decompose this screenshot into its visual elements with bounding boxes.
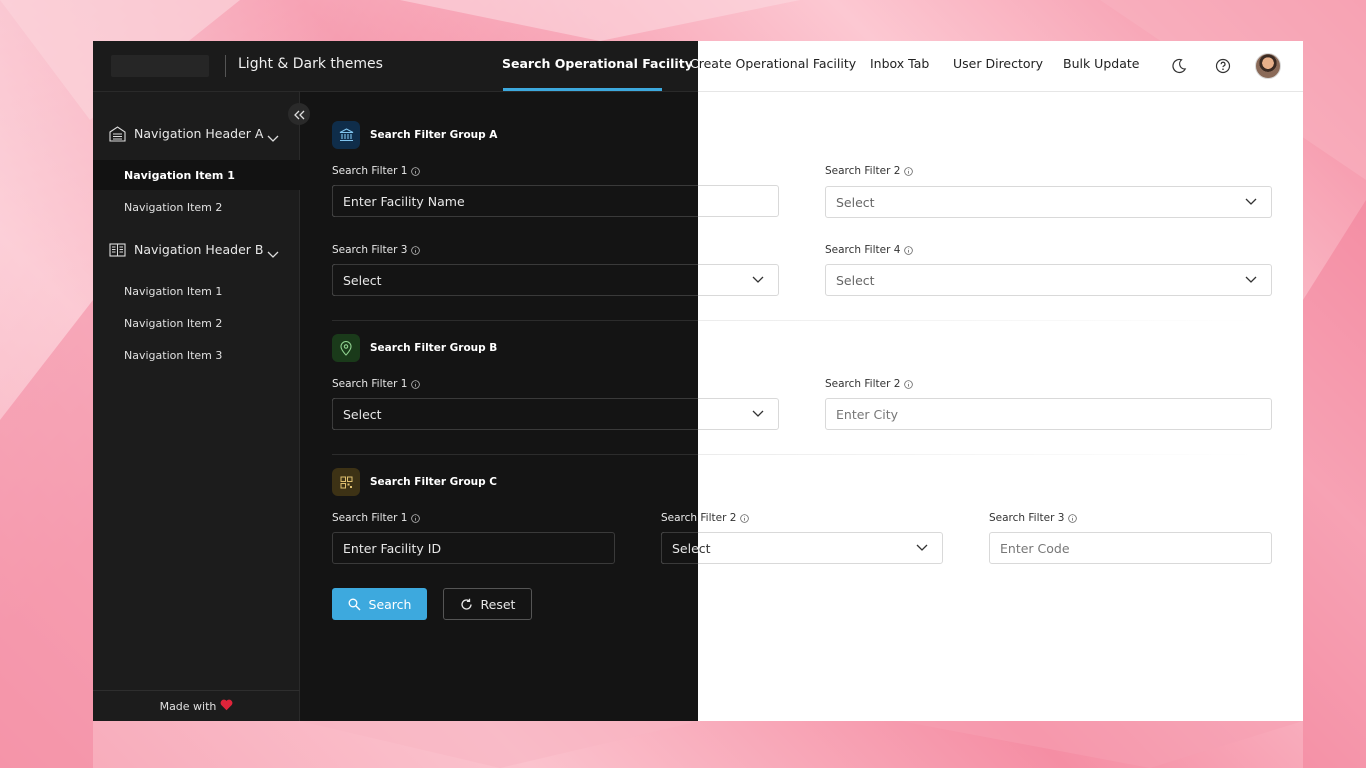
filter-label: Search Filter 2 (825, 165, 914, 177)
info-icon (411, 379, 421, 389)
filter-label: Search Filter 3 (989, 512, 1078, 524)
city-input[interactable]: Enter City (825, 398, 1272, 430)
search-icon (348, 598, 361, 610)
nav-header-a[interactable]: Navigation Header A (93, 119, 300, 149)
sidebar-item-b1[interactable]: Navigation Item 1 (93, 276, 300, 306)
group-divider (332, 454, 698, 455)
tab-inbox[interactable]: Inbox Tab (870, 56, 929, 71)
sidebar-item-a1[interactable]: Navigation Item 1 (93, 160, 300, 190)
code-input[interactable]: Enter Code (989, 532, 1272, 564)
chevron-down-icon (916, 544, 928, 551)
filter-a4-select[interactable]: Select (825, 264, 1272, 296)
tab-search-operational-facility[interactable]: Search Operational Facility (502, 56, 693, 71)
facility-id-input[interactable]: Enter Facility ID (332, 532, 615, 564)
book-icon (109, 242, 126, 262)
logo-placeholder[interactable] (111, 55, 209, 77)
info-icon (904, 379, 914, 389)
chevron-down-icon (1245, 198, 1257, 205)
bank-icon (332, 121, 360, 149)
header-divider (225, 55, 226, 77)
moon-icon[interactable] (1169, 56, 1189, 76)
tab-create-operational-facility[interactable]: Create Operational Facility (690, 56, 856, 71)
app-window: Light & Dark themes Search Operational F… (93, 41, 1303, 721)
group-divider (698, 454, 1258, 455)
filter-label: Search Filter 2 (825, 378, 914, 390)
tab-user-directory[interactable]: User Directory (953, 56, 1043, 71)
tab-bulk-update[interactable]: Bulk Update (1063, 56, 1139, 71)
chevron-down-icon (267, 128, 279, 147)
filter-label: Search Filter 4 (825, 244, 914, 256)
location-pin-icon (332, 334, 360, 362)
qr-code-icon (332, 468, 360, 496)
chevron-down-icon (752, 276, 764, 283)
sidebar-item-b2[interactable]: Navigation Item 2 (93, 308, 300, 338)
info-icon (411, 513, 421, 523)
sidebar-footer: Made with (93, 690, 300, 721)
double-chevron-left-icon (293, 105, 305, 124)
filter-label: Search Filter 1 (332, 378, 421, 390)
refresh-icon (460, 598, 472, 610)
group-c-header: Search Filter Group C (332, 468, 497, 496)
sidebar: Navigation Header A Navigation Item 1 Na… (93, 92, 300, 721)
search-button[interactable]: Search (332, 588, 427, 620)
sidebar-item-a2[interactable]: Navigation Item 2 (93, 192, 300, 222)
sidebar-item-b3[interactable]: Navigation Item 3 (93, 340, 300, 370)
group-a-header: Search Filter Group A (332, 121, 497, 149)
top-navigation-bar: Light & Dark themes Search Operational F… (93, 41, 1303, 92)
filter-a2-select[interactable]: Select (825, 186, 1272, 218)
filter-c2-select[interactable]: Select (661, 532, 943, 564)
filter-label: Search Filter 3 (332, 244, 421, 256)
chevron-down-icon (267, 244, 279, 263)
avatar[interactable] (1255, 53, 1281, 79)
chevron-down-icon (1245, 276, 1257, 283)
app-title: Light & Dark themes (238, 56, 383, 72)
info-icon (1068, 513, 1078, 523)
collapse-sidebar-button[interactable] (288, 103, 310, 125)
chevron-down-icon (752, 410, 764, 417)
reset-button[interactable]: Reset (443, 588, 532, 620)
info-icon (411, 166, 421, 176)
help-icon[interactable] (1213, 56, 1233, 76)
active-tab-indicator (503, 88, 662, 91)
filter-label: Search Filter 1 (332, 165, 421, 177)
group-divider (698, 320, 1258, 321)
info-icon (904, 166, 914, 176)
filter-label: Search Filter 1 (332, 512, 421, 524)
heart-icon (220, 699, 233, 714)
info-icon (411, 245, 421, 255)
group-divider (332, 320, 698, 321)
group-b-header: Search Filter Group B (332, 334, 497, 362)
building-icon (109, 126, 126, 146)
nav-header-b[interactable]: Navigation Header B (93, 235, 300, 265)
info-icon (740, 513, 750, 523)
info-icon (904, 245, 914, 255)
